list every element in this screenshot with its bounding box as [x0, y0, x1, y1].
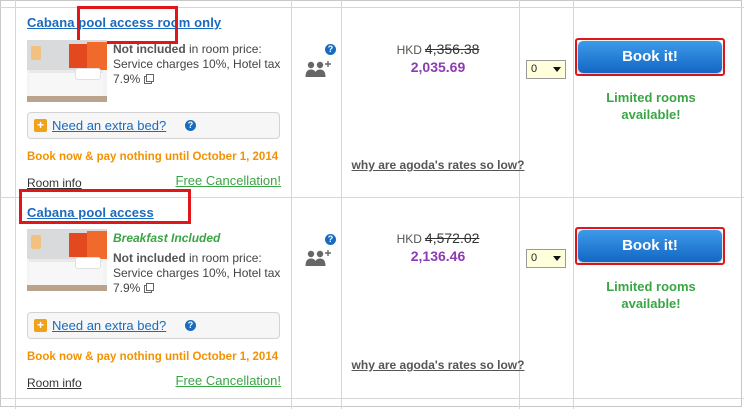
- chevron-down-icon: [553, 256, 561, 261]
- meal-plan: Breakfast Included: [113, 231, 221, 245]
- guests-icon: [305, 250, 331, 266]
- extra-bed-link[interactable]: Need an extra bed?: [52, 318, 166, 333]
- availability-status: Limited rooms available!: [606, 279, 696, 311]
- book-it-button[interactable]: Book it!: [578, 230, 722, 262]
- highlight-box: Book it!: [575, 227, 725, 265]
- extra-bed-box[interactable]: + Need an extra bed? ?: [27, 312, 280, 339]
- room-row: Cabana pool access Breakfast Included No…: [0, 0, 744, 409]
- discount-price: 2,136.46: [410, 248, 466, 264]
- price-note: Not included in room price: Service char…: [113, 251, 288, 296]
- not-included-label: Not included: [113, 251, 186, 265]
- room-quantity-select[interactable]: 0: [526, 249, 566, 268]
- highlight-box: [19, 189, 191, 224]
- free-cancellation-link[interactable]: Free Cancellation!: [160, 373, 282, 388]
- room-thumbnail[interactable]: [27, 229, 107, 291]
- price-block: HKD 4,572.02 2,136.46: [342, 230, 534, 264]
- external-link-icon[interactable]: [143, 283, 154, 293]
- why-rates-low-link[interactable]: why are agoda's rates so low?: [342, 357, 534, 373]
- currency: HKD: [396, 232, 422, 246]
- help-icon[interactable]: ?: [185, 320, 196, 331]
- plus-icon: +: [34, 319, 47, 332]
- room-info-link[interactable]: Room info: [27, 376, 82, 390]
- help-icon[interactable]: ?: [325, 234, 336, 245]
- book-now-pay-later: Book now & pay nothing until October 1, …: [27, 351, 279, 363]
- original-price: HKD 4,572.02: [396, 230, 480, 246]
